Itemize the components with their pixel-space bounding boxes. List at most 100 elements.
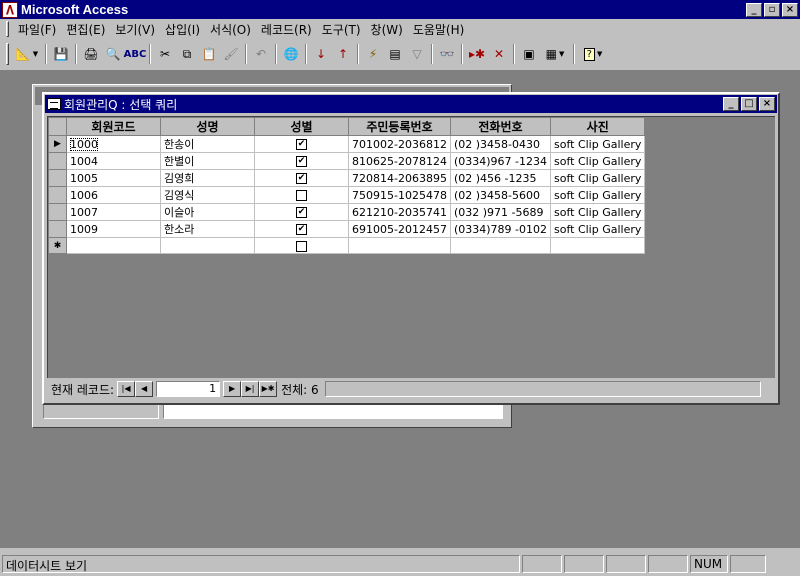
sex-checkbox[interactable] bbox=[296, 190, 307, 201]
column-header-photo[interactable]: 사진 bbox=[549, 117, 646, 136]
hyperlink-button[interactable]: 🌐 bbox=[280, 43, 302, 65]
print-button[interactable]: 🖨 bbox=[80, 43, 102, 65]
cell-name[interactable]: 한별이 bbox=[160, 152, 255, 170]
close-button[interactable]: × bbox=[782, 2, 798, 17]
menu-edit[interactable]: 편집(E) bbox=[61, 21, 110, 38]
cell-sex[interactable] bbox=[254, 186, 349, 204]
cell-jumin[interactable]: 750915-1025478 bbox=[348, 186, 451, 204]
format-painter-button[interactable]: 🖌 bbox=[220, 43, 242, 65]
filter-by-selection-button[interactable]: ⚡ bbox=[362, 43, 384, 65]
cell-phone[interactable]: (0334)967 -1234 bbox=[449, 152, 552, 170]
row-selector[interactable] bbox=[48, 220, 67, 238]
sex-checkbox-new[interactable] bbox=[296, 240, 307, 252]
query-window-titlebar[interactable]: 회원관리Q : 선택 쿼리 _ □ × bbox=[45, 95, 777, 113]
cell-name[interactable]: 이슬아 bbox=[160, 203, 255, 221]
cell-phone-new[interactable] bbox=[449, 237, 552, 254]
cell-code[interactable]: 1007 bbox=[66, 203, 161, 221]
apply-filter-button[interactable]: ▽ bbox=[406, 43, 428, 65]
cell-sex[interactable]: ✔ bbox=[254, 203, 349, 221]
first-record-button[interactable]: |◀ bbox=[117, 381, 136, 397]
new-record-selector[interactable]: ✱ bbox=[48, 237, 67, 254]
row-selector[interactable] bbox=[48, 203, 67, 221]
sort-descending-button[interactable]: ↑ bbox=[332, 43, 354, 65]
cell-code[interactable]: 1006 bbox=[66, 186, 161, 204]
cell-sex-new[interactable] bbox=[254, 237, 349, 254]
column-header-code[interactable]: 회원코드 bbox=[66, 117, 161, 136]
sex-checkbox[interactable]: ✔ bbox=[296, 224, 307, 235]
cell-phone[interactable]: (02 )3458-0430 bbox=[449, 135, 552, 153]
cell-code[interactable]: 1005 bbox=[66, 169, 161, 187]
cell-code[interactable]: 1000 bbox=[66, 135, 161, 153]
sex-checkbox[interactable]: ✔ bbox=[296, 207, 307, 218]
cell-name[interactable]: 김영희 bbox=[160, 169, 255, 187]
cell-photo[interactable]: soft Clip Gallery bbox=[549, 135, 646, 153]
horizontal-scrollbar[interactable] bbox=[324, 381, 761, 397]
row-selector-current[interactable]: ▶ bbox=[48, 135, 67, 153]
spelling-button[interactable]: ABC bbox=[124, 43, 147, 65]
cell-code[interactable]: 1009 bbox=[66, 220, 161, 238]
cell-jumin[interactable]: 701002-2036812 bbox=[348, 135, 451, 153]
query-close-button[interactable]: × bbox=[759, 97, 775, 111]
cell-photo-new[interactable] bbox=[549, 237, 646, 254]
restore-button[interactable]: ▫ bbox=[764, 2, 780, 17]
cell-photo[interactable]: soft Clip Gallery bbox=[549, 186, 646, 204]
cell-sex[interactable]: ✔ bbox=[254, 169, 349, 187]
cell-photo[interactable]: soft Clip Gallery bbox=[549, 152, 646, 170]
cell-name[interactable]: 한소라 bbox=[160, 220, 255, 238]
previous-record-button[interactable]: ◀ bbox=[135, 381, 154, 397]
paste-button[interactable]: 📋 bbox=[198, 43, 220, 65]
menu-view[interactable]: 보기(V) bbox=[110, 21, 160, 38]
cell-name[interactable]: 한송이 bbox=[160, 135, 255, 153]
cut-button[interactable]: ✂ bbox=[154, 43, 176, 65]
cell-code-new[interactable] bbox=[66, 237, 161, 254]
database-window-button[interactable]: ▣ bbox=[518, 43, 540, 65]
menu-file[interactable]: 파일(F) bbox=[13, 21, 61, 38]
new-object-button[interactable]: ▦ ▼ bbox=[540, 43, 570, 65]
new-record-nav-button[interactable]: ▶✱ bbox=[259, 381, 278, 397]
cell-name-new[interactable] bbox=[160, 237, 255, 254]
delete-record-button[interactable]: ✕ bbox=[488, 43, 510, 65]
toolbar-grip[interactable] bbox=[6, 43, 9, 65]
copy-button[interactable]: ⧉ bbox=[176, 43, 198, 65]
office-assistant-button[interactable]: ? ▼ bbox=[578, 43, 608, 65]
menu-tools[interactable]: 도구(T) bbox=[317, 21, 366, 38]
app-titlebar[interactable]: Microsoft Access _ ▫ × bbox=[0, 0, 800, 19]
query-minimize-button[interactable]: _ bbox=[723, 97, 739, 111]
cell-code[interactable]: 1004 bbox=[66, 152, 161, 170]
menu-records[interactable]: 레코드(R) bbox=[256, 21, 317, 38]
cell-sex[interactable]: ✔ bbox=[254, 135, 349, 153]
cell-phone[interactable]: (032 )971 -5689 bbox=[449, 203, 552, 221]
record-number-input[interactable]: 1 bbox=[156, 381, 221, 397]
access-app-icon[interactable] bbox=[2, 1, 18, 18]
last-record-button[interactable]: ▶| bbox=[241, 381, 260, 397]
query-datasheet-window[interactable]: 회원관리Q : 선택 쿼리 _ □ × 회원코드 성명 성별 주민등록번호 전화… bbox=[42, 92, 780, 405]
cell-jumin[interactable]: 621210-2035741 bbox=[348, 203, 451, 221]
cell-sex[interactable]: ✔ bbox=[254, 152, 349, 170]
cell-jumin[interactable]: 691005-2012457 bbox=[348, 220, 451, 238]
cell-name[interactable]: 김영식 bbox=[160, 186, 255, 204]
column-header-sex[interactable]: 성별 bbox=[254, 117, 349, 136]
select-all-corner[interactable] bbox=[48, 117, 67, 136]
view-button[interactable]: 📐 ▼ bbox=[12, 43, 42, 65]
cell-sex[interactable]: ✔ bbox=[254, 220, 349, 238]
menu-window[interactable]: 창(W) bbox=[366, 21, 408, 38]
row-selector[interactable] bbox=[48, 169, 67, 187]
sort-ascending-button[interactable]: ↓ bbox=[310, 43, 332, 65]
row-selector[interactable] bbox=[48, 186, 67, 204]
next-record-button[interactable]: ▶ bbox=[223, 381, 242, 397]
resize-grip[interactable] bbox=[761, 381, 775, 397]
datasheet-area[interactable]: 회원코드 성명 성별 주민등록번호 전화번호 사진 ▶ 1000 한송이 ✔ 7 bbox=[47, 116, 775, 378]
menu-format[interactable]: 서식(O) bbox=[205, 21, 256, 38]
row-selector[interactable] bbox=[48, 152, 67, 170]
query-icon[interactable] bbox=[47, 98, 61, 110]
new-record-button[interactable]: ▸✱ bbox=[466, 43, 488, 65]
cell-phone[interactable]: (0334)789 -0102 bbox=[449, 220, 552, 238]
column-header-phone[interactable]: 전화번호 bbox=[449, 117, 552, 136]
query-maximize-button[interactable]: □ bbox=[741, 97, 757, 111]
cell-phone[interactable]: (02 )456 -1235 bbox=[449, 169, 552, 187]
cell-jumin-new[interactable] bbox=[348, 237, 451, 254]
column-header-name[interactable]: 성명 bbox=[160, 117, 255, 136]
cell-photo[interactable]: soft Clip Gallery bbox=[549, 220, 646, 238]
cell-photo[interactable]: soft Clip Gallery bbox=[549, 203, 646, 221]
cell-jumin[interactable]: 810625-2078124 bbox=[348, 152, 451, 170]
